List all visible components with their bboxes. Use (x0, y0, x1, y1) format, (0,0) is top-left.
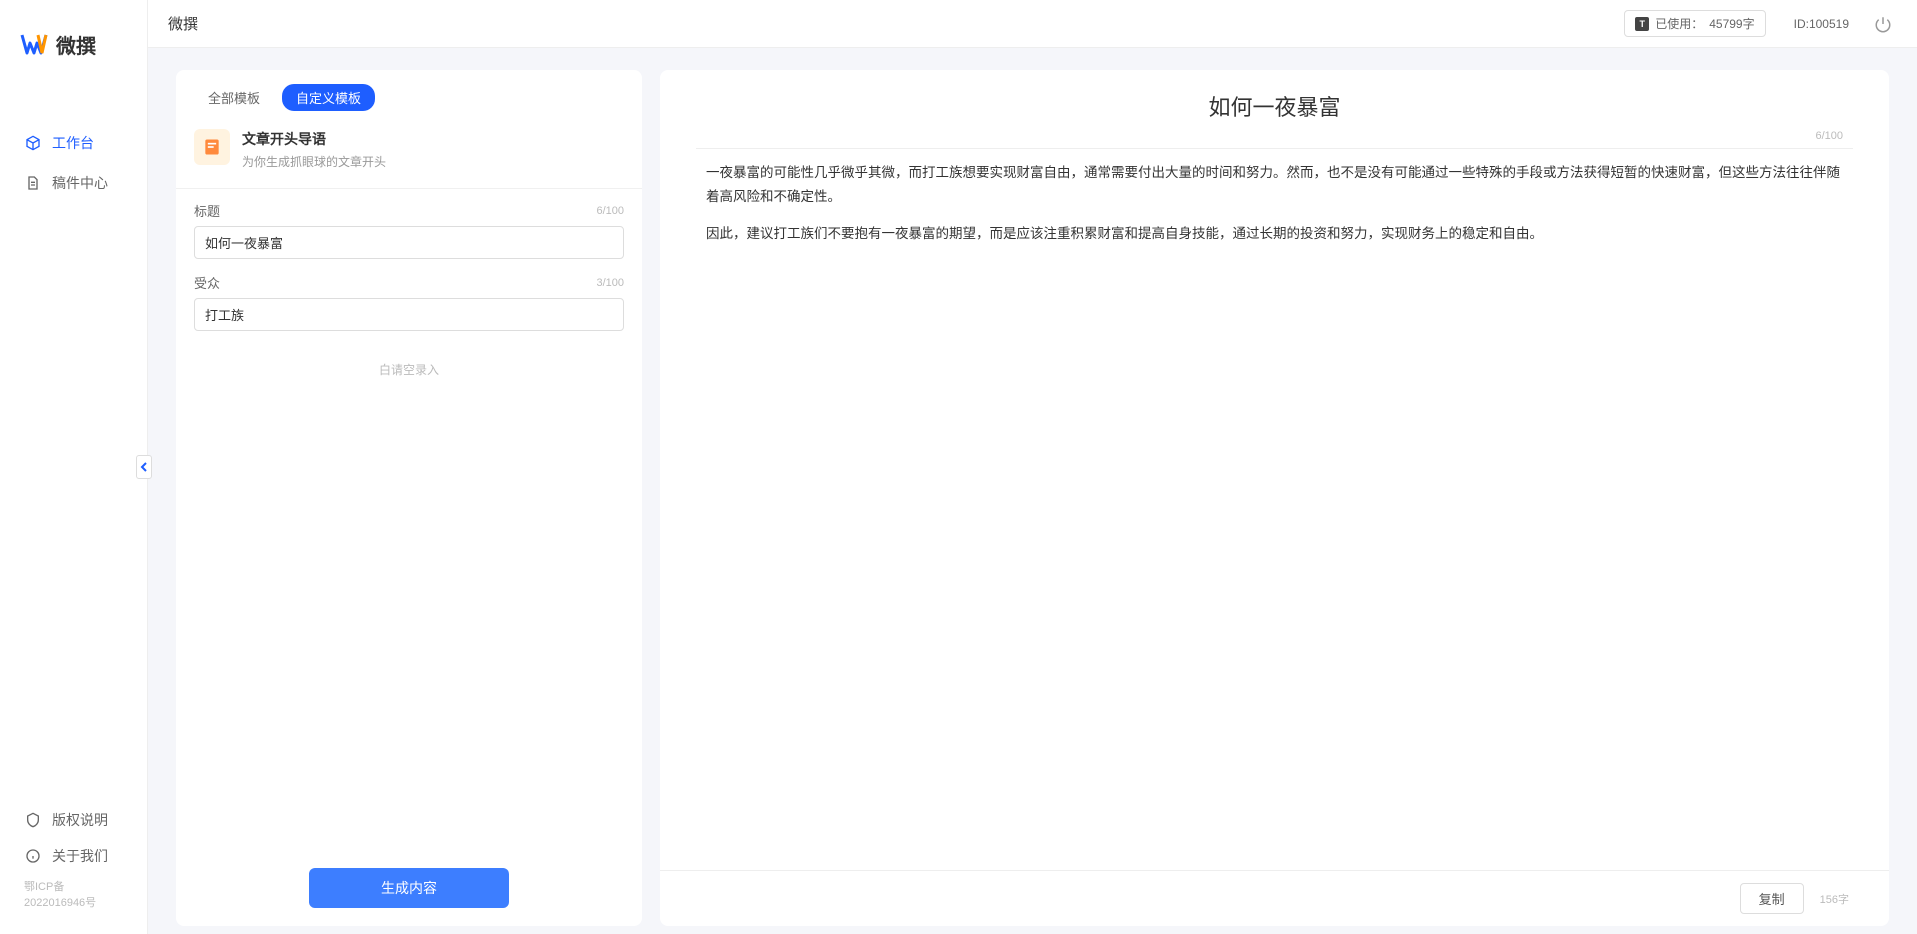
logo-text: 微撰 (56, 30, 96, 59)
link-label: 关于我们 (52, 846, 108, 866)
title-input[interactable] (194, 226, 624, 259)
divider (696, 148, 1853, 149)
sidebar-item-drafts[interactable]: 稿件中心 (0, 163, 147, 203)
template-desc: 为你生成抓眼球的文章开头 (242, 153, 386, 170)
sidebar-collapse-handle[interactable] (136, 455, 152, 479)
nav: 工作台 稿件中心 (0, 83, 147, 802)
output-paragraph: 一夜暴富的可能性几乎微乎其微，而打工族想要实现财富自由，通常需要付出大量的时间和… (706, 161, 1843, 208)
document-icon (24, 174, 42, 192)
nav-label: 稿件中心 (52, 173, 108, 193)
user-id: ID:100519 (1794, 17, 1849, 31)
sidebar-item-workspace[interactable]: 工作台 (0, 123, 147, 163)
sidebar-bottom: 版权说明 关于我们 鄂ICP备2022016946号 (0, 802, 147, 934)
topbar: 微撰 T 已使用： 45799字 ID:100519 (148, 0, 1917, 48)
sidebar-link-copyright[interactable]: 版权说明 (0, 802, 147, 838)
template-header: 文章开头导语 为你生成抓眼球的文章开头 (176, 119, 642, 189)
output-panel: 如何一夜暴富 6/100 一夜暴富的可能性几乎微乎其微，而打工族想要实现财富自由… (660, 70, 1889, 926)
audience-input[interactable] (194, 298, 624, 331)
shield-icon (24, 811, 42, 829)
tab-custom-template[interactable]: 自定义模板 (282, 84, 375, 111)
logo-icon (20, 31, 48, 59)
cube-icon (24, 134, 42, 152)
text-icon: T (1635, 17, 1649, 31)
input-panel: 全部模板 自定义模板 文章开头导语 为你生成抓眼球的文章开头 标题 (176, 70, 642, 926)
usage-value: 45799字 (1709, 15, 1754, 32)
input-hint: 白请空录入 (194, 345, 624, 394)
usage-label: 已使用： (1655, 15, 1703, 32)
output-word-count: 156字 (1820, 891, 1849, 907)
tab-all-templates[interactable]: 全部模板 (194, 84, 274, 111)
output-body: 一夜暴富的可能性几乎微乎其微，而打工族想要实现财富自由，通常需要付出大量的时间和… (660, 157, 1889, 870)
usage-badge[interactable]: T 已使用： 45799字 (1624, 10, 1765, 37)
sidebar: 微撰 工作台 稿件中心 版权说明 (0, 0, 148, 934)
nav-label: 工作台 (52, 133, 94, 153)
output-title-count: 6/100 (1815, 130, 1843, 142)
copy-button[interactable]: 复制 (1740, 883, 1804, 914)
title-char-count: 6/100 (596, 205, 624, 217)
template-title: 文章开头导语 (242, 129, 386, 149)
icp-text: 鄂ICP备2022016946号 (0, 874, 147, 918)
link-label: 版权说明 (52, 810, 108, 830)
audience-char-count: 3/100 (596, 277, 624, 289)
output-paragraph: 因此，建议打工族们不要抱有一夜暴富的期望，而是应该注重积累财富和提高自身技能，通… (706, 222, 1843, 246)
info-icon (24, 847, 42, 865)
page-title: 微撰 (168, 13, 198, 34)
generate-button[interactable]: 生成内容 (309, 868, 509, 908)
power-button[interactable] (1869, 10, 1897, 38)
output-title: 如何一夜暴富 (696, 90, 1853, 130)
audience-label: 受众 (194, 273, 220, 292)
template-icon (194, 129, 230, 165)
sidebar-link-about[interactable]: 关于我们 (0, 838, 147, 874)
title-label: 标题 (194, 201, 220, 220)
template-tabs: 全部模板 自定义模板 (176, 70, 642, 119)
logo[interactable]: 微撰 (0, 0, 147, 83)
